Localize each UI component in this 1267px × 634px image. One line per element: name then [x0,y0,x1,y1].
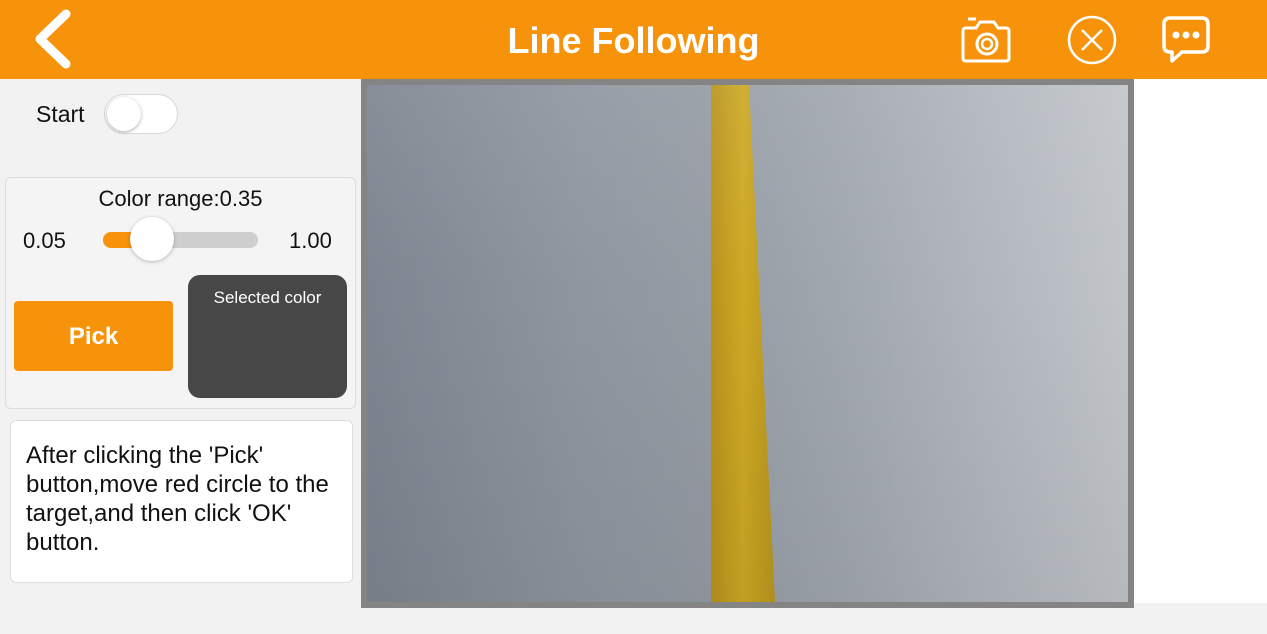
close-circle-icon [1067,15,1117,65]
selected-color-swatch: Selected color [188,275,347,398]
camera-view[interactable] [367,85,1128,602]
close-button[interactable] [1066,14,1118,66]
camera-shade [367,85,1128,602]
camera-feed[interactable] [361,79,1134,608]
color-range-title: Color range:0.35 [98,186,263,211]
pick-button[interactable]: Pick [14,301,173,371]
chat-button[interactable] [1160,14,1212,66]
back-button[interactable] [28,8,84,70]
range-min-label: 0.05 [23,228,66,253]
start-toggle[interactable] [104,94,178,134]
start-label: Start [36,101,85,127]
camera-button[interactable] [960,14,1012,66]
chat-bubble-icon [1162,16,1210,63]
slider-thumb[interactable] [129,217,174,261]
right-blank-area [1134,79,1267,603]
color-range-slider[interactable] [103,232,258,248]
camera-icon [961,17,1011,63]
toggle-knob [107,97,141,131]
range-max-label: 1.00 [289,228,332,253]
selected-color-label: Selected color [213,288,322,307]
help-text: After clicking the 'Pick' button,move re… [26,442,329,556]
chevron-left-icon [35,9,71,69]
